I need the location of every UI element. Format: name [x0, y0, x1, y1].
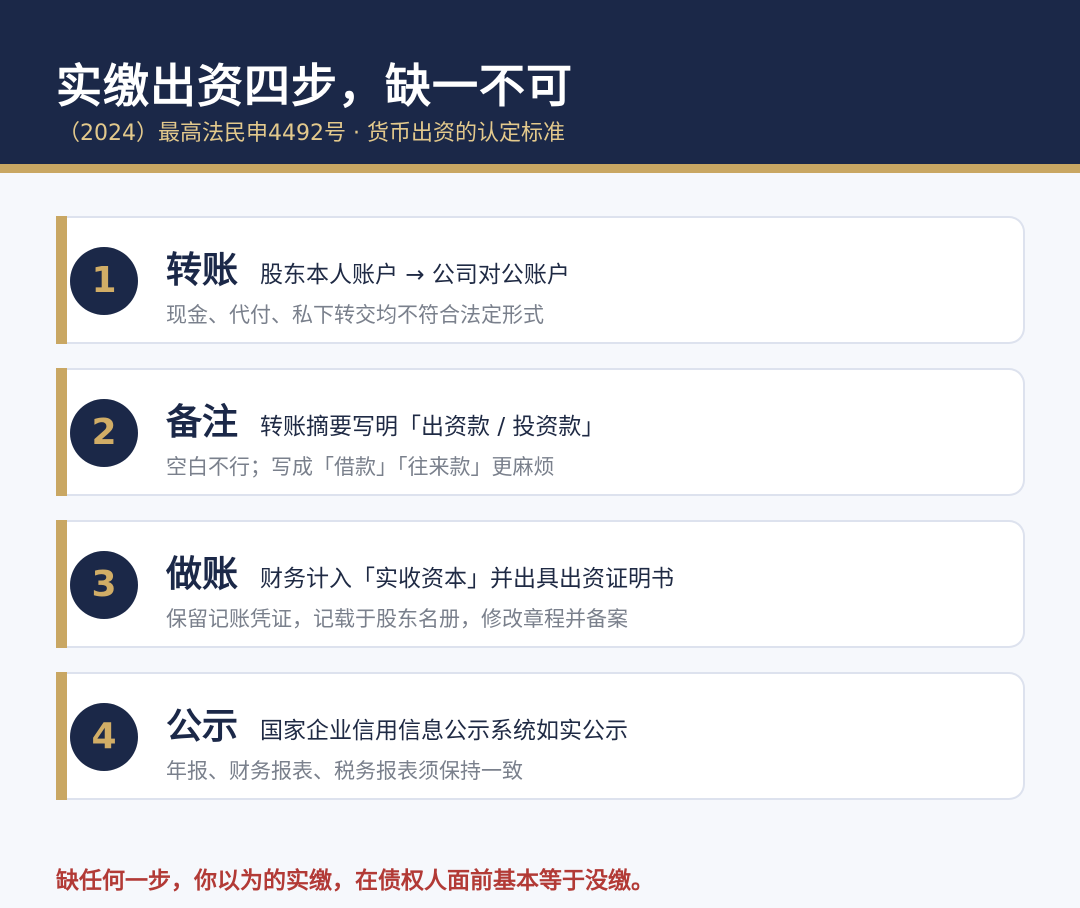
step-note: 空白不行；写成「借款」「往来款」更麻烦 — [166, 455, 555, 479]
steps-list: 1 转账 股东本人账户 → 公司对公账户 现金、代付、私下转交均不符合法定形式 … — [56, 216, 1025, 824]
step-note: 保留记账凭证，记载于股东名册，修改章程并备案 — [166, 607, 628, 631]
step-description: 国家企业信用信息公示系统如实公示 — [260, 718, 629, 744]
footer-warning: 缺任何一步，你以为的实缴，在债权人面前基本等于没缴。 — [56, 868, 654, 894]
page-subtitle: （2024）最高法民申4492号 · 货币出资的认定标准 — [58, 121, 565, 146]
step-number-badge: 4 — [70, 703, 138, 771]
step-name: 公示 — [166, 706, 239, 747]
step-number-badge: 1 — [70, 247, 138, 315]
header: 实缴出资四步，缺一不可 （2024）最高法民申4492号 · 货币出资的认定标准 — [0, 0, 1080, 164]
step-card-2: 2 备注 转账摘要写明「出资款 / 投资款」 空白不行；写成「借款」「往来款」更… — [56, 368, 1025, 496]
step-heading: 备注 转账摘要写明「出资款 / 投资款」 — [166, 400, 604, 450]
step-accent-bar — [56, 368, 67, 496]
step-description: 财务计入「实收资本」并出具出资证明书 — [260, 566, 675, 592]
header-divider — [0, 164, 1080, 173]
step-description: 股东本人账户 → 公司对公账户 — [260, 262, 570, 288]
step-accent-bar — [56, 672, 67, 800]
step-accent-bar — [56, 216, 67, 344]
step-card-1: 1 转账 股东本人账户 → 公司对公账户 现金、代付、私下转交均不符合法定形式 — [56, 216, 1025, 344]
step-name: 做账 — [166, 554, 239, 595]
step-note: 现金、代付、私下转交均不符合法定形式 — [166, 303, 544, 327]
step-heading: 做账 财务计入「实收资本」并出具出资证明书 — [166, 552, 674, 602]
step-heading: 公示 国家企业信用信息公示系统如实公示 — [166, 704, 628, 754]
step-name: 备注 — [166, 402, 239, 443]
step-description: 转账摘要写明「出资款 / 投资款」 — [260, 414, 605, 440]
step-heading: 转账 股东本人账户 → 公司对公账户 — [166, 248, 570, 298]
step-number-badge: 3 — [70, 551, 138, 619]
step-card-3: 3 做账 财务计入「实收资本」并出具出资证明书 保留记账凭证，记载于股东名册，修… — [56, 520, 1025, 648]
step-name: 转账 — [166, 250, 239, 291]
step-card-4: 4 公示 国家企业信用信息公示系统如实公示 年报、财务报表、税务报表须保持一致 — [56, 672, 1025, 800]
step-number-badge: 2 — [70, 399, 138, 467]
page-title: 实缴出资四步，缺一不可 — [56, 59, 573, 113]
step-note: 年报、财务报表、税务报表须保持一致 — [166, 759, 523, 783]
step-accent-bar — [56, 520, 67, 648]
